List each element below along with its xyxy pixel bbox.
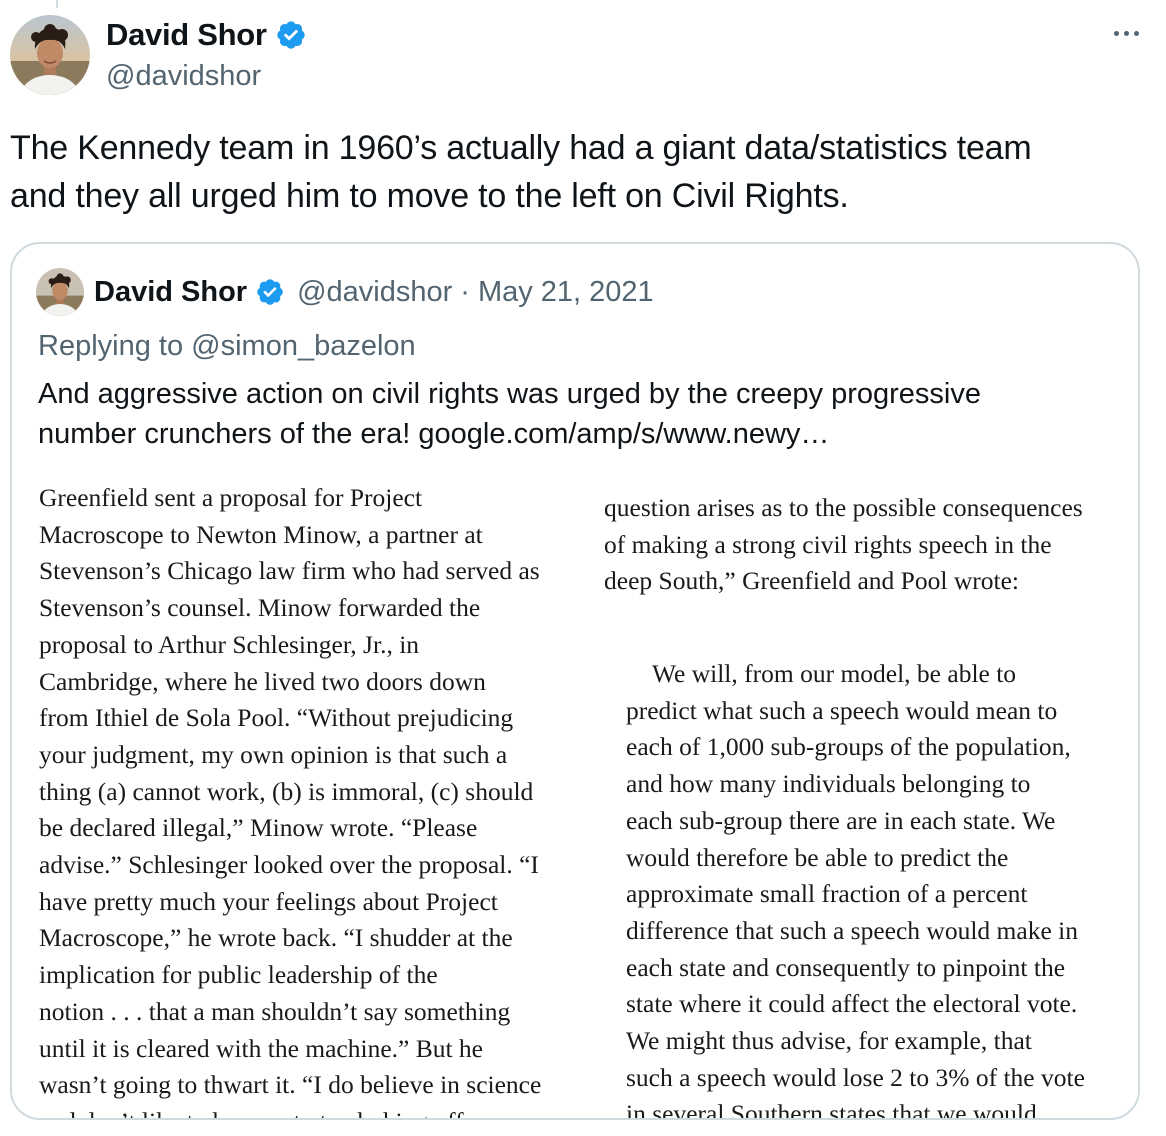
more-options-icon[interactable]: [1106, 18, 1146, 48]
quoted-text-line-2: number crunchers of the era! google.com/…: [38, 414, 1098, 454]
book-line: each of 1,000 sub-groups of the populati…: [626, 732, 1071, 762]
tweet-text: The Kennedy team in 1960’s actually had …: [10, 124, 1130, 220]
book-line: of making a strong civil rights speech i…: [604, 529, 1052, 559]
book-line: notion . . . that a man shouldn’t say so…: [39, 996, 511, 1026]
book-line: thing (a) cannot work, (b) is immoral, (…: [39, 776, 534, 806]
book-line: have pretty much your feelings about Pro…: [39, 886, 498, 916]
book-line: be declared illegal,” Minow wrote. “Plea…: [39, 813, 478, 843]
verified-badge-icon: [255, 277, 285, 307]
tweet-text-line: and they all urged him to move to the le…: [10, 177, 849, 215]
quoted-tweet-date: May 21, 2021: [477, 275, 654, 308]
book-line: such a speech would lose 2 to 3% of the …: [626, 1062, 1085, 1092]
book-line: wasn’t going to thwart it. “I do believe…: [39, 1070, 542, 1100]
book-page-image: Greenfield sent a proposal for Project M…: [12, 466, 1138, 1120]
book-line: and how many individuals belonging to: [626, 769, 1031, 799]
book-line: state where it could affect the electora…: [626, 989, 1078, 1019]
book-line: approximate small fraction of a percent: [626, 879, 1028, 909]
replying-to-prefix: Replying to: [38, 330, 192, 362]
book-line: advise.” Schlesinger looked over the pro…: [39, 850, 539, 880]
tweet-text-line: The Kennedy team in 1960’s actually had …: [10, 129, 1032, 167]
book-line: deep South,” Greenfield and Pool wrote:: [604, 566, 1019, 596]
book-line: difference that such a speech would make…: [626, 915, 1078, 945]
quoted-tweet-header: David Shor @davidshor · May 21, 2021: [36, 268, 654, 316]
book-line: each state and consequently to pinpoint …: [626, 952, 1066, 982]
book-line: We will, from our model, be able to: [652, 659, 1017, 688]
quoted-tweet-text: And aggressive action on civil rights wa…: [38, 374, 1098, 454]
quoted-author-handle: @davidshor: [297, 275, 453, 308]
author-name-row: David Shor: [106, 16, 307, 54]
book-line: each sub-group there are in each state. …: [626, 805, 1056, 835]
author-handle[interactable]: @davidshor: [106, 58, 261, 94]
book-line: We might thus advise, for example, that: [626, 1026, 1032, 1056]
book-line: Stevenson’s Chicago law firm who had ser…: [39, 556, 540, 586]
book-line: and don’t like to be a party to choking …: [39, 1104, 569, 1118]
quoted-link[interactable]: google.com/amp/s/www.newy…: [418, 418, 829, 450]
quoted-text-line-prefix: number crunchers of the era!: [38, 418, 419, 450]
book-right-column: question arises as to the possible conse…: [604, 490, 1114, 600]
book-line: would therefore be able to predict the: [626, 842, 1009, 872]
book-line: proposal to Arthur Schlesinger, Jr., in: [39, 629, 420, 659]
thread-connector-line: [56, 0, 58, 8]
book-line: your judgment, my own opinion is that su…: [39, 739, 508, 769]
quoted-author-avatar: [36, 268, 84, 316]
book-line: predict what such a speech would mean to: [626, 695, 1058, 725]
meta-separator: ·: [460, 275, 470, 308]
author-avatar[interactable]: [10, 15, 90, 95]
replying-to-line: Replying to @simon_bazelon: [38, 328, 416, 364]
book-line: from Ithiel de Sola Pool. “Without preju…: [39, 703, 514, 733]
avatar-photo: [36, 268, 84, 316]
book-line: Greenfield sent a proposal for Project: [39, 483, 423, 512]
book-left-column: Greenfield sent a proposal for Project M…: [39, 480, 569, 1118]
book-line: implication for public leadership of the: [39, 960, 438, 990]
quoted-tweet-card[interactable]: David Shor @davidshor · May 21, 2021 Rep…: [10, 242, 1140, 1120]
author-name[interactable]: David Shor: [106, 16, 267, 54]
quoted-text-line: And aggressive action on civil rights wa…: [38, 378, 981, 410]
book-line: until it is cleared with the machine.” B…: [39, 1033, 483, 1063]
book-block-quote: We will, from our model, be able to pred…: [626, 656, 1116, 1120]
book-line: question arises as to the possible conse…: [604, 493, 1083, 522]
book-line: Cambridge, where he lived two doors down: [39, 666, 486, 696]
book-line: in several Southern states that we would: [626, 1099, 1037, 1120]
replying-to-mention[interactable]: @simon_bazelon: [191, 330, 416, 362]
quoted-author-name: David Shor: [94, 275, 248, 308]
verified-badge-icon[interactable]: [275, 19, 307, 51]
book-line: Stevenson’s counsel. Minow forwarded the: [39, 593, 481, 623]
avatar-photo: [10, 15, 90, 95]
book-line: Macroscope,” he wrote back. “I shudder a…: [39, 923, 513, 953]
book-line: Macroscope to Newton Minow, a partner at: [39, 519, 483, 549]
